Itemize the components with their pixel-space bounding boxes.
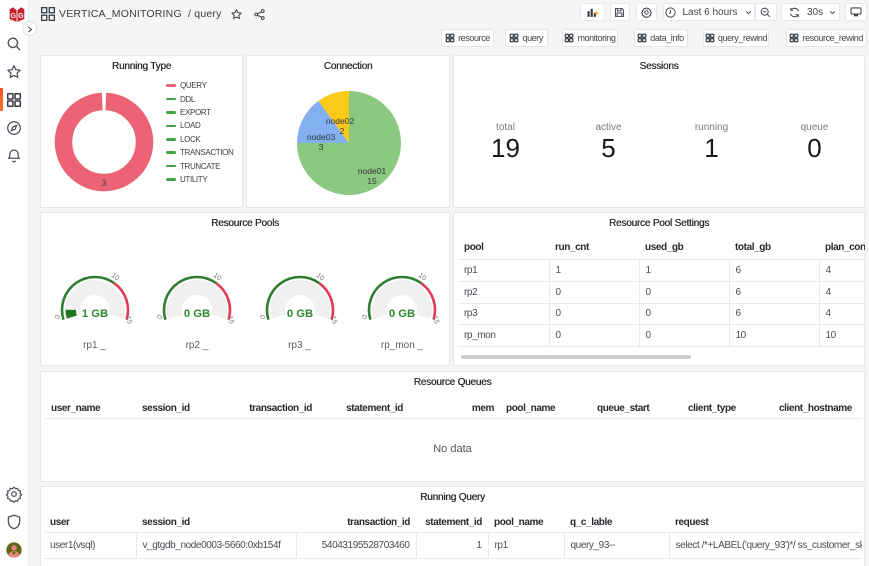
svg-text:node02: node02 (326, 116, 355, 126)
svg-text:1 GB: 1 GB (81, 308, 107, 320)
svg-text:G: G (10, 13, 16, 20)
svg-text:node01: node01 (358, 166, 387, 176)
svg-text:3: 3 (319, 142, 324, 152)
svg-text:3: 3 (101, 178, 106, 188)
svg-text:15: 15 (123, 315, 132, 325)
svg-text:15: 15 (431, 315, 440, 325)
svg-text:0 GB: 0 GB (184, 308, 210, 320)
svg-text:15: 15 (226, 315, 235, 325)
svg-text:15: 15 (328, 315, 337, 325)
svg-text:node03: node03 (307, 132, 336, 142)
svg-text:15: 15 (367, 176, 377, 186)
svg-text:G: G (18, 13, 24, 20)
svg-text:2: 2 (340, 126, 345, 136)
svg-text:0 GB: 0 GB (286, 308, 312, 320)
svg-text:0 GB: 0 GB (389, 308, 415, 320)
